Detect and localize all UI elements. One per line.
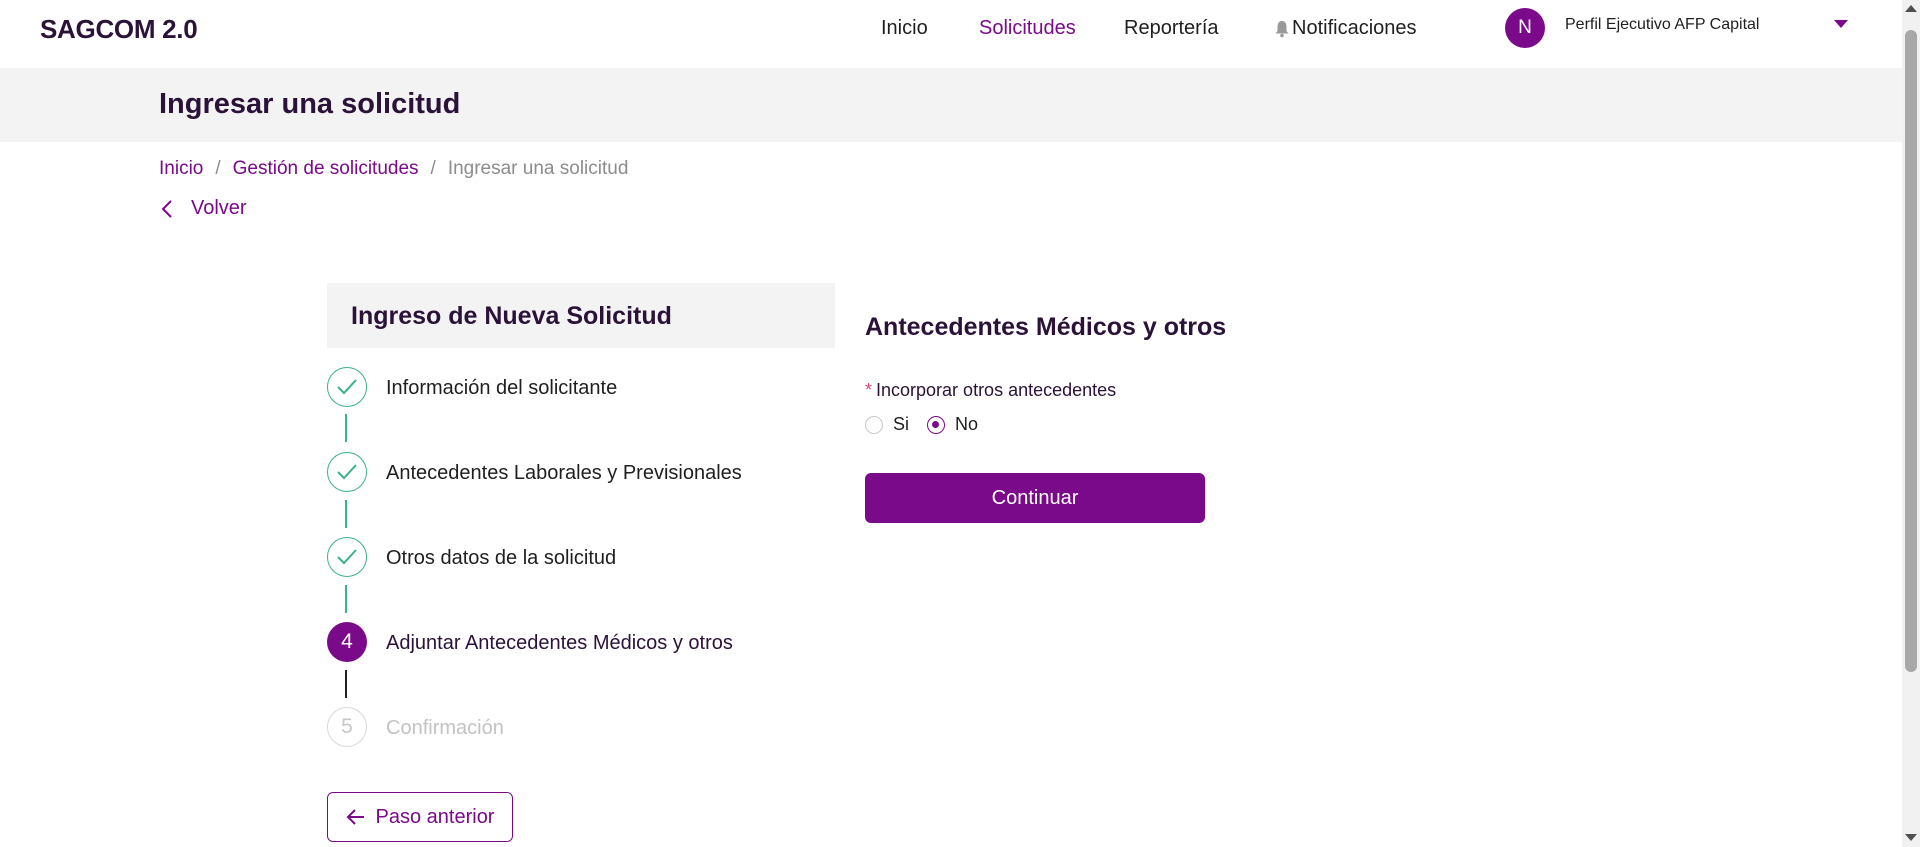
step-connector xyxy=(345,585,347,613)
section-title: Antecedentes Médicos y otros xyxy=(865,313,1227,341)
check-icon xyxy=(337,464,357,480)
radio-si-label: Si xyxy=(893,414,910,434)
previous-step-label: Paso anterior xyxy=(375,805,495,828)
scroll-down-icon[interactable] xyxy=(1905,834,1917,841)
breadcrumb-separator: / xyxy=(215,158,221,179)
radio-no[interactable] xyxy=(927,415,946,434)
bell-icon xyxy=(1275,20,1289,37)
step-4-label: Adjuntar Antecedentes Médicos y otros xyxy=(386,632,733,654)
breadcrumb: Inicio / Gestión de solicitudes / Ingres… xyxy=(159,158,628,180)
top-navbar: SAGCOM 2.0 Inicio Solicitudes Reportería… xyxy=(0,0,1902,68)
continue-button[interactable]: Continuar xyxy=(865,473,1205,523)
breadcrumb-current: Ingresar una solicitud xyxy=(447,158,629,179)
radio-option-no[interactable]: No xyxy=(927,414,978,435)
radio-si[interactable] xyxy=(865,415,883,434)
step-2-label: Antecedentes Laborales y Previsionales xyxy=(386,462,742,484)
breadcrumb-gestion[interactable]: Gestión de solicitudes xyxy=(233,158,419,180)
question-label: Incorporar otros antecedentes xyxy=(876,380,1117,400)
scrollbar-thumb[interactable] xyxy=(1905,30,1917,672)
avatar[interactable]: N xyxy=(1505,8,1545,48)
nav-notificaciones[interactable]: Notificaciones xyxy=(1274,17,1417,40)
nav-inicio[interactable]: Inicio xyxy=(881,17,928,40)
required-mark: * xyxy=(865,380,873,400)
scroll-up-icon[interactable] xyxy=(1905,5,1917,12)
back-link[interactable]: Volver xyxy=(159,197,247,220)
back-link-label: Volver xyxy=(191,197,247,219)
check-icon xyxy=(337,379,357,395)
radio-option-si[interactable]: Si xyxy=(865,414,909,435)
previous-step-button[interactable]: Paso anterior xyxy=(327,792,513,842)
step-1-label: Información del solicitante xyxy=(386,377,618,399)
step-3-label: Otros datos de la solicitud xyxy=(386,547,617,569)
radio-group: Si No xyxy=(865,414,996,435)
steps-title: Ingreso de Nueva Solicitud xyxy=(351,302,672,330)
page-title: Ingresar una solicitud xyxy=(159,88,461,120)
step-connector xyxy=(345,414,347,442)
step-1-indicator xyxy=(327,367,367,407)
breadcrumb-inicio[interactable]: Inicio xyxy=(159,158,203,180)
nav-solicitudes[interactable]: Solicitudes xyxy=(979,17,1076,40)
step-connector xyxy=(345,500,347,528)
check-icon xyxy=(337,549,357,565)
nav-reporteria[interactable]: Reportería xyxy=(1124,17,1219,40)
step-5-indicator: 5 xyxy=(327,707,367,747)
profile-name[interactable]: Perfil Ejecutivo AFP Capital xyxy=(1565,16,1759,34)
nav-notificaciones-label: Notificaciones xyxy=(1292,17,1417,39)
caret-down-icon[interactable] xyxy=(1834,20,1848,28)
step-3-indicator xyxy=(327,537,367,577)
field-label: * Incorporar otros antecedentes xyxy=(865,380,1116,401)
step-2-indicator xyxy=(327,452,367,492)
arrow-left-icon xyxy=(346,809,364,825)
step-5-label: Confirmación xyxy=(386,717,504,739)
step-4-indicator: 4 xyxy=(327,622,367,662)
chevron-left-icon xyxy=(161,199,172,218)
step-connector xyxy=(345,670,347,698)
radio-no-label: No xyxy=(955,414,979,434)
brand-logo[interactable]: SAGCOM 2.0 xyxy=(40,14,198,45)
breadcrumb-separator: / xyxy=(430,158,436,179)
